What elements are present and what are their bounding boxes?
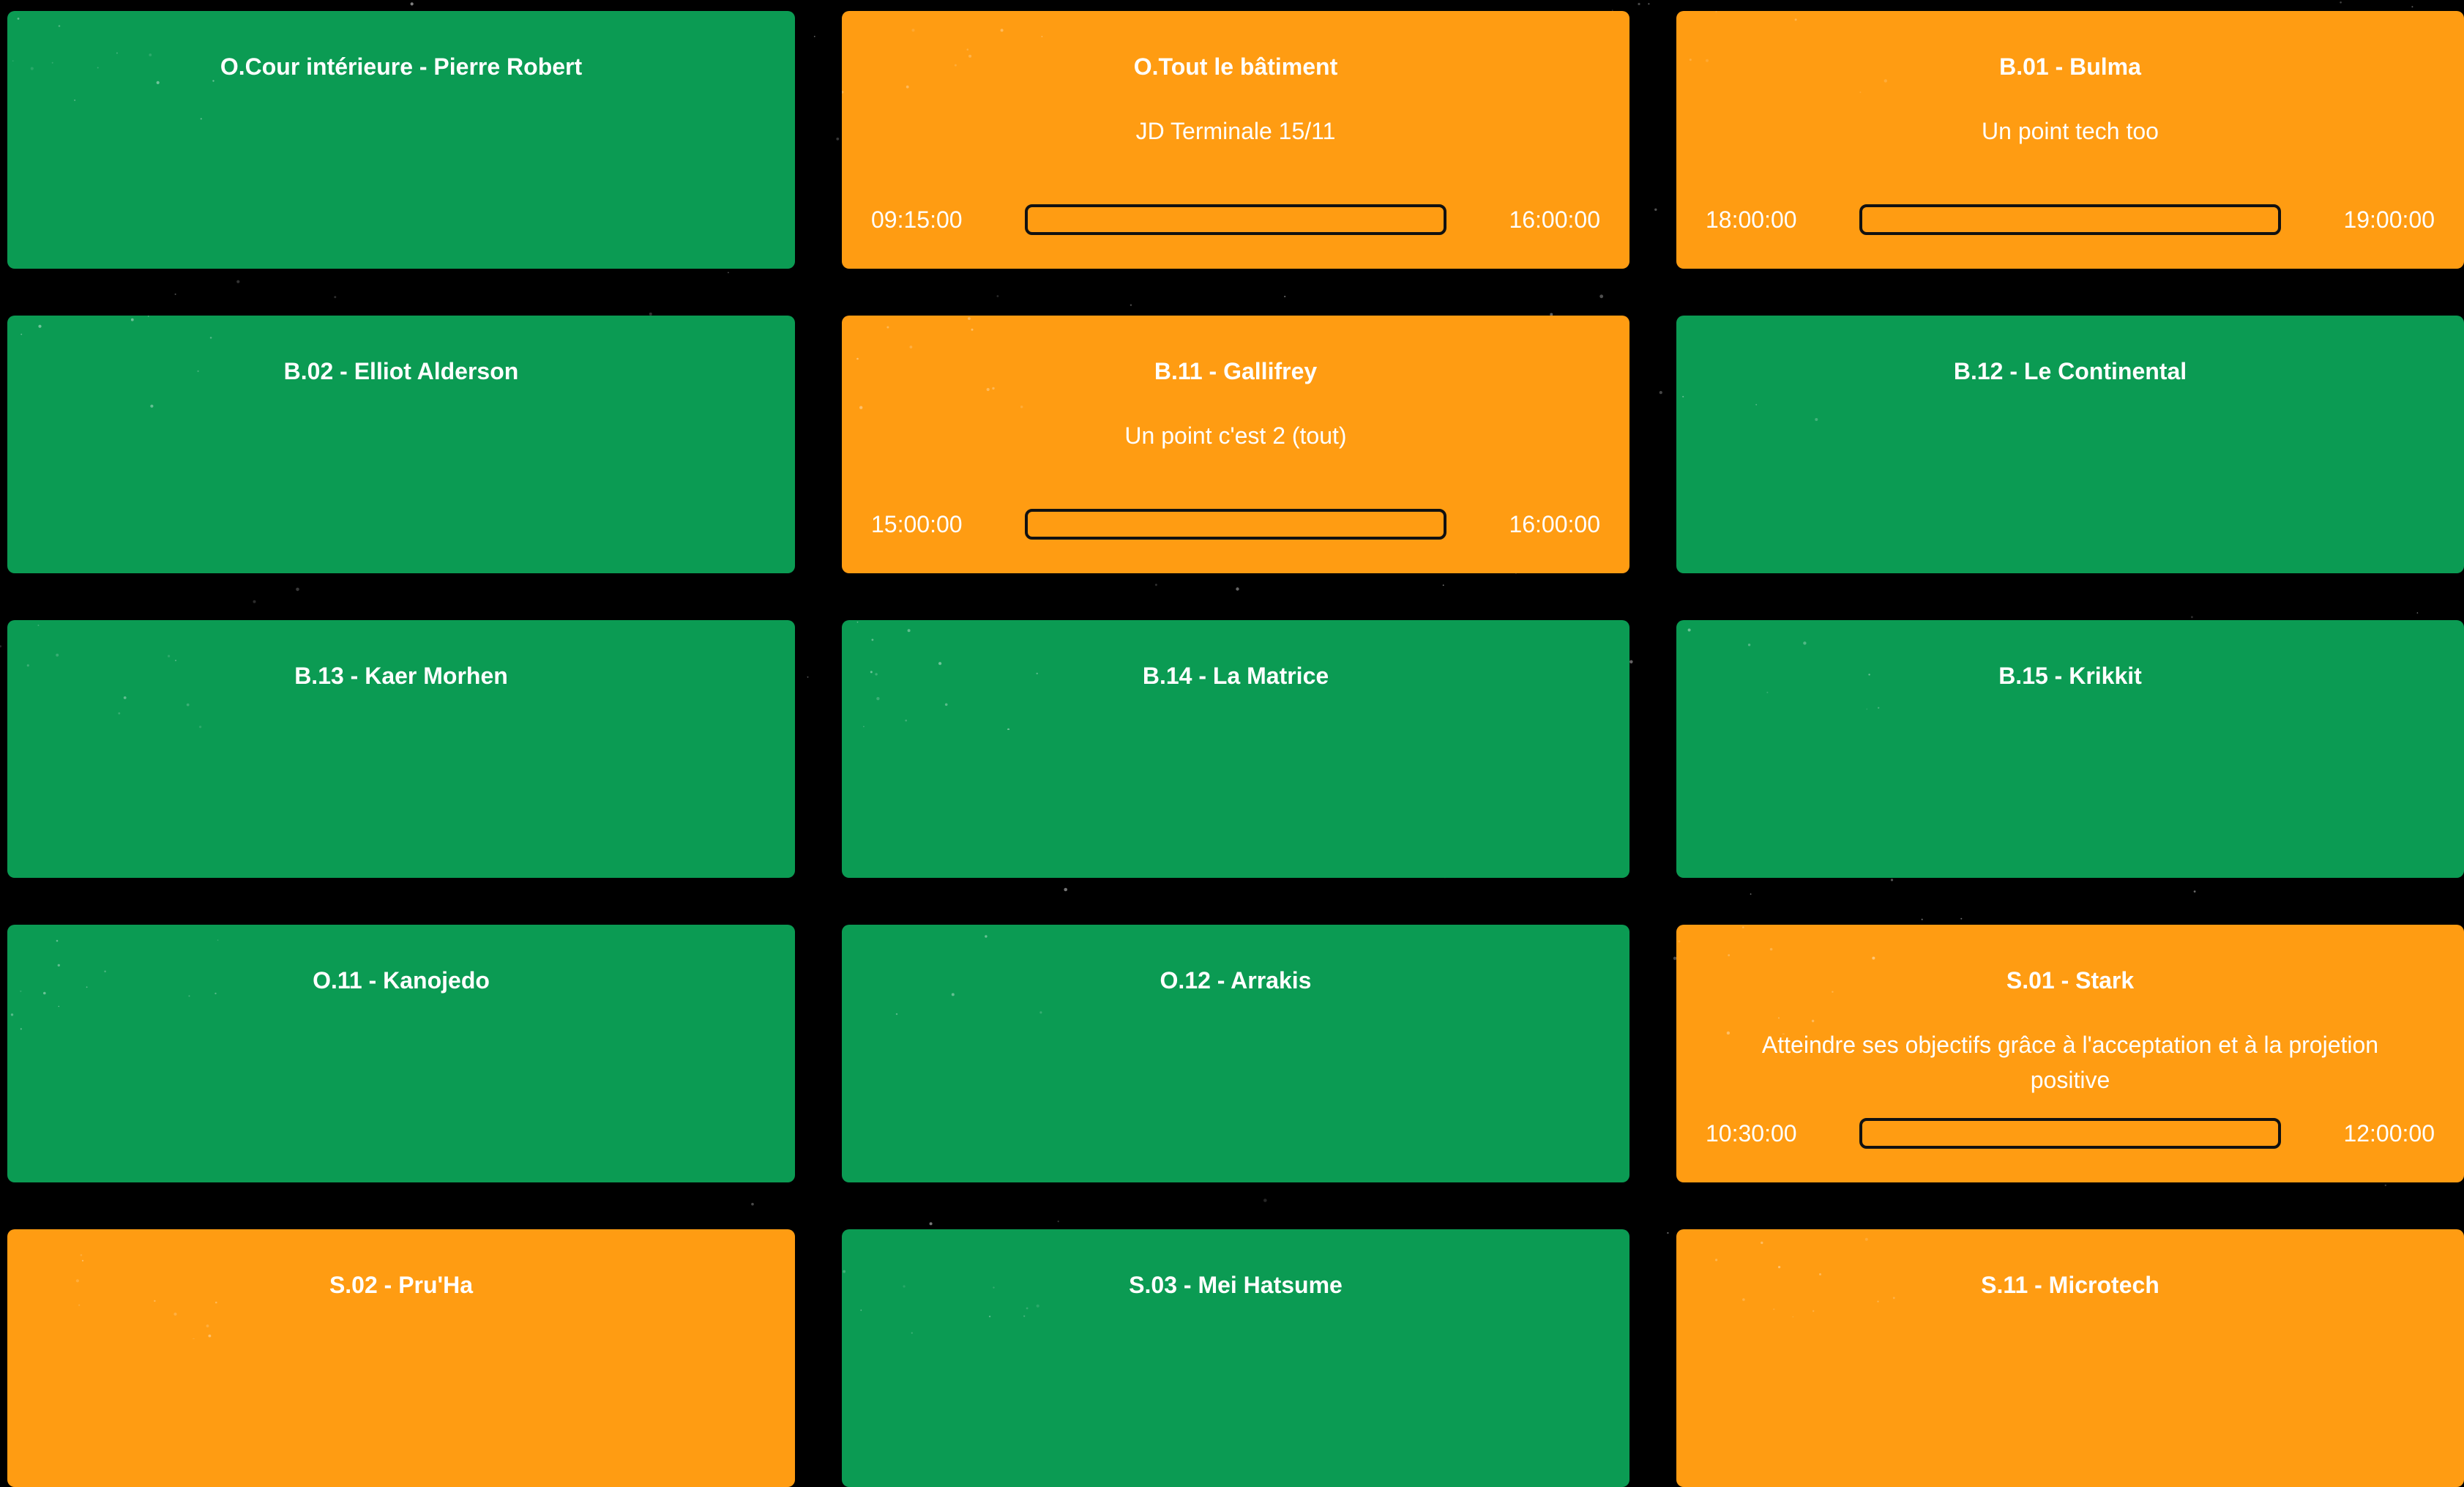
event-title: Un point c'est 2 (tout) xyxy=(1124,422,1347,449)
room-card: O.Cour intérieure - Pierre Robert xyxy=(7,11,795,269)
room-name: B.13 - Kaer Morhen xyxy=(294,663,508,689)
room-card: O.11 - Kanojedo xyxy=(7,925,795,1182)
event-end-time: 19:00:00 xyxy=(2343,206,2435,233)
event-start-time: 15:00:00 xyxy=(871,510,963,537)
room-card: O.12 - Arrakis xyxy=(842,925,1629,1182)
event-timeline: 18:00:00 19:00:00 xyxy=(1706,201,2435,238)
room-name: S.11 - Microtech xyxy=(1981,1272,2159,1298)
room-name: B.02 - Elliot Alderson xyxy=(283,358,519,384)
room-card: B.01 - Bulma Un point tech too 18:00:00 19:… xyxy=(1676,11,2464,269)
room-name: B.12 - Le Continental xyxy=(1953,358,2187,384)
event-progress-bar xyxy=(1859,1118,2281,1149)
event-timeline: 09:15:00 16:00:00 xyxy=(871,201,1600,238)
room-name: S.01 - Stark xyxy=(2006,967,2135,994)
room-name: O.11 - Kanojedo xyxy=(313,967,490,994)
event-end-time: 12:00:00 xyxy=(2343,1119,2435,1147)
event-title: Atteindre ses objectifs grâce à l'accept… xyxy=(1761,1032,2379,1093)
room-name: B.01 - Bulma xyxy=(1999,53,2141,80)
event-title: Un point tech too xyxy=(1982,118,2159,144)
room-card: B.14 - La Matrice xyxy=(842,620,1629,878)
room-name: O.Tout le bâtiment xyxy=(1133,53,1338,80)
event-title: JD Terminale 15/11 xyxy=(1135,118,1336,144)
event-progress-bar xyxy=(1859,204,2281,235)
room-card: S.01 - Stark Atteindre ses objectifs grâc… xyxy=(1676,925,2464,1182)
room-grid: O.Cour intérieure - Pierre Robert O.Tout … xyxy=(0,0,2464,1487)
room-name: S.02 - Pru'Ha xyxy=(329,1272,474,1298)
room-name: B.14 - La Matrice xyxy=(1142,663,1329,689)
room-card: S.11 - Microtech xyxy=(1676,1229,2464,1487)
room-card: S.02 - Pru'Ha xyxy=(7,1229,795,1487)
room-name: B.11 - Gallifrey xyxy=(1154,358,1318,384)
event-timeline: 10:30:00 12:00:00 xyxy=(1706,1115,2435,1152)
room-card: B.13 - Kaer Morhen xyxy=(7,620,795,878)
room-name: B.15 - Krikkit xyxy=(1998,663,2142,689)
event-end-time: 16:00:00 xyxy=(1509,206,1600,233)
event-timeline: 15:00:00 16:00:00 xyxy=(871,506,1600,543)
event-start-time: 09:15:00 xyxy=(871,206,963,233)
room-name: O.12 - Arrakis xyxy=(1160,967,1312,994)
event-progress-bar xyxy=(1025,204,1446,235)
room-card: B.02 - Elliot Alderson xyxy=(7,316,795,573)
room-card: O.Tout le bâtiment JD Terminale 15/11 09:1… xyxy=(842,11,1629,269)
room-card: B.11 - Gallifrey Un point c'est 2 (tout) 1… xyxy=(842,316,1629,573)
event-start-time: 10:30:00 xyxy=(1706,1119,1797,1147)
event-end-time: 16:00:00 xyxy=(1509,510,1600,537)
event-progress-bar xyxy=(1025,509,1446,540)
room-card: B.12 - Le Continental xyxy=(1676,316,2464,573)
event-start-time: 18:00:00 xyxy=(1706,206,1797,233)
room-card: S.03 - Mei Hatsume xyxy=(842,1229,1629,1487)
room-name: O.Cour intérieure - Pierre Robert xyxy=(220,53,583,80)
room-name: S.03 - Mei Hatsume xyxy=(1129,1272,1343,1298)
room-card: B.15 - Krikkit xyxy=(1676,620,2464,878)
